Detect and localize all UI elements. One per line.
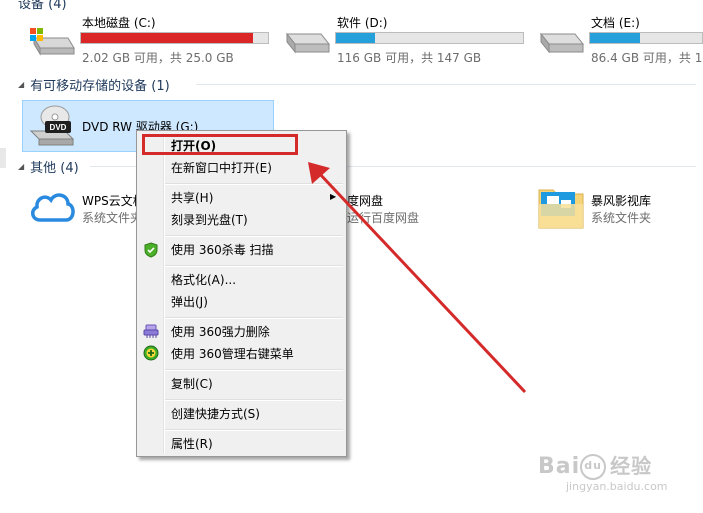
- baidu-watermark-url: jingyan.baidu.com: [566, 480, 668, 493]
- paw-icon: du: [580, 454, 607, 480]
- baidu-watermark: Bai du 经验: [538, 454, 653, 480]
- annotation-arrow: [308, 162, 527, 394]
